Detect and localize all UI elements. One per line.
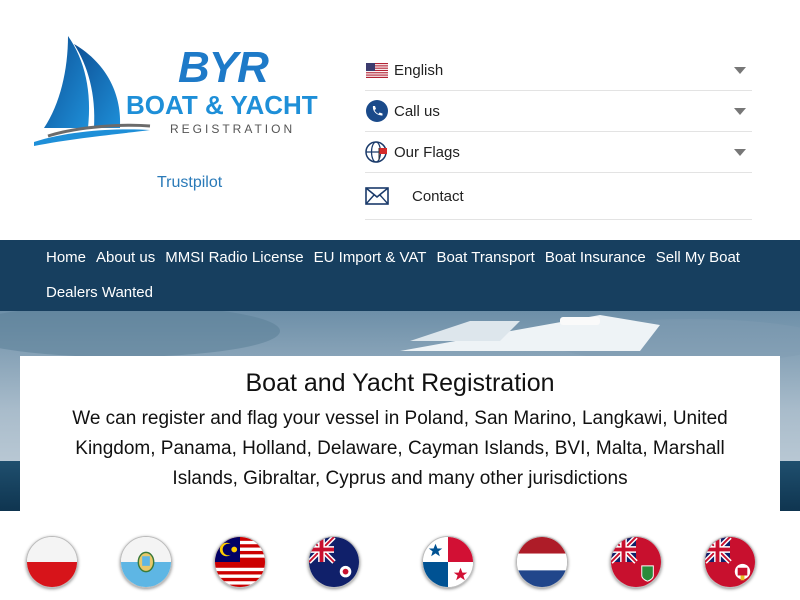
main-nav: Home About us MMSI Radio License EU Impo… <box>0 240 800 311</box>
nav-item-dealers-wanted[interactable]: Dealers Wanted <box>46 280 153 315</box>
nav-item-mmsi-radio-license[interactable]: MMSI Radio License <box>165 245 303 280</box>
language-selector[interactable]: English <box>365 50 752 91</box>
contact-label: Contact <box>412 187 464 205</box>
flag-gibraltar-icon[interactable] <box>704 536 756 588</box>
nav-item-eu-import-vat[interactable]: EU Import & VAT <box>314 245 427 280</box>
flag-bvi-icon[interactable] <box>610 536 662 588</box>
our-flags-label: Our Flags <box>394 143 460 161</box>
site-logo[interactable]: BYR BOAT & YACHT REGISTRATION <box>30 30 355 150</box>
hero-card: Boat and Yacht Registration We can regis… <box>20 356 780 511</box>
nav-item-boat-insurance[interactable]: Boat Insurance <box>545 245 646 280</box>
flag-cayman-islands-icon[interactable] <box>308 536 360 588</box>
our-flags-selector[interactable]: Our Flags <box>365 132 752 173</box>
nav-item-home[interactable]: Home <box>46 245 86 280</box>
phone-icon <box>365 99 389 123</box>
flag-langkawi-icon[interactable] <box>214 536 266 588</box>
chevron-down-icon <box>734 149 746 156</box>
chevron-down-icon <box>734 108 746 115</box>
flag-poland-icon[interactable] <box>26 536 78 588</box>
flag-san-marino-icon[interactable] <box>120 536 172 588</box>
trustpilot-link[interactable]: Trustpilot <box>157 174 222 192</box>
nav-item-boat-transport[interactable]: Boat Transport <box>436 245 534 280</box>
flag-holland-icon[interactable] <box>516 536 568 588</box>
us-flag-icon <box>365 58 389 82</box>
sailboat-logo-icon: BYR BOAT & YACHT REGISTRATION <box>34 36 318 146</box>
envelope-icon <box>365 184 389 208</box>
page-title: Boat and Yacht Registration <box>245 369 555 397</box>
hero-banner: Boat and Yacht Registration We can regis… <box>0 311 800 511</box>
page: BYR BOAT & YACHT REGISTRATION Trustpilot <box>0 0 800 600</box>
logo-tagline: REGISTRATION <box>170 122 295 136</box>
contact-link[interactable]: Contact <box>365 173 752 220</box>
header-selectors: English Call us Our Flags Contact <box>365 50 752 220</box>
flag-panama-icon[interactable] <box>422 536 474 588</box>
nav-item-sell-my-boat[interactable]: Sell My Boat <box>656 245 740 280</box>
flags-strip <box>0 511 800 600</box>
logo-name: BOAT & YACHT <box>126 90 318 120</box>
globe-flag-icon <box>365 140 389 164</box>
call-us-label: Call us <box>394 102 440 120</box>
logo-initials: BYR <box>178 43 269 92</box>
language-label: English <box>394 61 444 79</box>
call-us-selector[interactable]: Call us <box>365 91 752 132</box>
nav-item-about-us[interactable]: About us <box>96 245 155 280</box>
chevron-down-icon <box>734 67 746 74</box>
hero-description: We can register and flag your vessel in … <box>72 408 728 489</box>
site-header: BYR BOAT & YACHT REGISTRATION Trustpilot <box>0 0 800 240</box>
